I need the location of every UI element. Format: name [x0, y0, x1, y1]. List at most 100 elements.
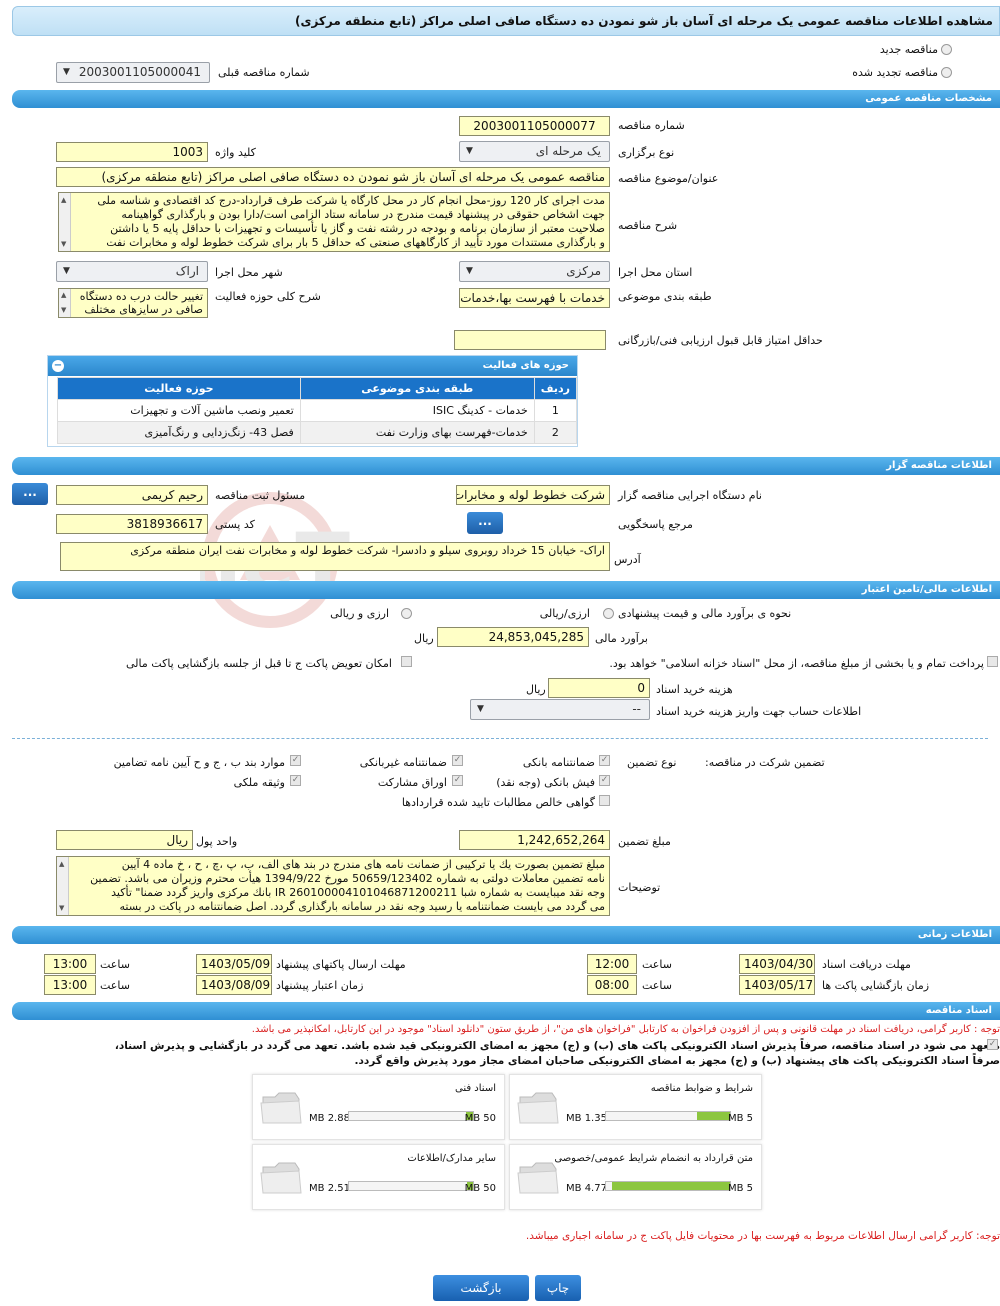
scrollbar[interactable]	[59, 193, 71, 251]
scrollbar[interactable]	[57, 857, 69, 915]
col-header: طبقه بندی موضوعی	[299, 377, 535, 400]
estimate-method-label: نحوه ی برآورد مالی و قیمت پیشنهادی	[618, 607, 792, 620]
category-field[interactable]: خدمات با فهرست بها،خدمات	[459, 288, 610, 308]
rial-radio[interactable]	[603, 608, 614, 619]
estimate-unit: ریال	[414, 632, 434, 645]
opt-label: ضمانتنامه غیربانکی	[359, 756, 447, 769]
renewed-tender-label: مناقصه تجدید شده	[852, 66, 938, 79]
postal-label: کد پستی	[215, 518, 255, 531]
page-title: مشاهده اطلاعات مناقصه عمومی یک مرحله ای …	[12, 6, 1000, 36]
activity-label: شرح کلی حوزه فعالیت	[215, 290, 321, 303]
rial-option-label: ارزی/ریالی	[539, 607, 590, 620]
section-docs: اسناد مناقصه	[12, 1002, 1000, 1020]
currency-label: واحد پول	[196, 835, 238, 848]
open-label: زمان بازگشایی پاکت ها	[822, 979, 930, 992]
validity-date[interactable]: 1403/08/09	[196, 975, 272, 995]
opt-label: گواهی خالص مطالبات تایید شده قراردادها	[401, 796, 595, 809]
responsible-lookup-button[interactable]: ...	[12, 483, 48, 505]
prev-number-select[interactable]: 2003001105000041 ▼	[56, 62, 210, 83]
keyword-label: کلید واژه	[215, 146, 256, 159]
file-card[interactable]: شرایط و ضوابط مناقصه 1.35 MB 5 MB	[509, 1074, 762, 1140]
doc-fee-field[interactable]: 0	[548, 678, 650, 698]
doc-fee-unit: ریال	[526, 683, 546, 696]
hold-type-select[interactable]: یک مرحله ای ▼	[459, 141, 610, 162]
section-timing: اطلاعات زمانی	[12, 926, 1000, 944]
receive-label: مهلت دریافت اسناد	[822, 958, 911, 971]
col-header: ردیف	[533, 377, 578, 400]
city-select[interactable]: اراک ▼	[56, 261, 208, 282]
account-select[interactable]: -- ▼	[470, 699, 650, 720]
price-list-note: توجه: کاربر گرامی ارسال اطلاعات مربوط به…	[525, 1230, 1000, 1242]
print-button[interactable]: چاپ	[535, 1275, 581, 1301]
send-date[interactable]: 1403/05/09	[196, 954, 272, 974]
cash-checkbox[interactable]: ✓	[599, 775, 610, 786]
keyword-field[interactable]: 1003	[56, 142, 208, 162]
time-label: ساعت	[642, 958, 672, 971]
opt-label: موارد بند ب ، ج و ح آیین نامه تضامین	[113, 756, 285, 769]
send-label: مهلت ارسال پاکتهای پیشنهاد	[276, 958, 406, 971]
subject-field[interactable]: مناقصه عمومی یک مرحله ای آسان باز شو نمو…	[56, 167, 610, 187]
address-field[interactable]: اراک- خیابان 15 خرداد روبروی سیلو و دادس…	[60, 542, 610, 571]
responsible-field[interactable]: رحیم کریمی	[56, 485, 208, 505]
activities-table: ردیف طبقه بندی موضوعی حوزه فعالیت 1 خدما…	[57, 377, 578, 444]
currency-field[interactable]: ریال	[56, 830, 193, 850]
scrollbar[interactable]	[59, 289, 71, 317]
activity-textarea[interactable]: تغییر حالت درب ده دستگاهصافی در سایزهای …	[58, 288, 208, 318]
receive-time[interactable]: 12:00	[587, 954, 637, 974]
category-label: طبقه بندی موضوعی	[618, 290, 712, 303]
swap-checkbox[interactable]	[401, 656, 412, 667]
ref-lookup-button[interactable]: ...	[467, 512, 503, 534]
org-field[interactable]: شرکت خطوط لوله و مخابرات نفت ایران	[456, 485, 610, 505]
activities-header: حوزه های فعالیت −	[48, 356, 577, 376]
chevron-down-icon: ▼	[466, 146, 473, 156]
swap-text: امکان تعویض پاکت ج تا قبل از جلسه بازگشا…	[126, 657, 392, 670]
open-time[interactable]: 08:00	[587, 975, 637, 995]
time-label: ساعت	[100, 979, 130, 992]
estimate-field[interactable]: 24,853,045,285	[437, 627, 589, 647]
new-tender-radio[interactable]	[941, 44, 952, 55]
opt-label: وثیقه ملکی	[233, 776, 285, 789]
renewed-tender-radio[interactable]	[941, 67, 952, 78]
file-card[interactable]: متن قرارداد به انضمام شرایط عمومی/خصوصی …	[509, 1144, 762, 1210]
number-field[interactable]: 2003001105000077	[459, 116, 610, 136]
chevron-down-icon: ▼	[466, 266, 473, 276]
docs-note: توجه : کاربر گرامی، دریافت اسناد در مهلت…	[251, 1024, 1000, 1035]
desc-textarea[interactable]: مدت اجرای کار 120 روز-محل انجام کار در م…	[58, 192, 610, 252]
commitment-checkbox[interactable]: ✓	[987, 1039, 998, 1050]
clauses-checkbox[interactable]: ✓	[290, 755, 301, 766]
hold-type-label: نوع برگزاری	[618, 146, 675, 159]
section-finance: اطلاعات مالی/تامین اعتبار	[12, 581, 1000, 599]
property-checkbox[interactable]: ✓	[290, 775, 301, 786]
chevron-down-icon: ▼	[63, 266, 70, 276]
validity-time[interactable]: 13:00	[44, 975, 96, 995]
both-radio[interactable]	[401, 608, 412, 619]
claims-checkbox[interactable]	[599, 795, 610, 806]
bonds-checkbox[interactable]: ✓	[452, 775, 463, 786]
min-score-field[interactable]	[454, 330, 606, 350]
section-general: مشخصات مناقصه عمومی	[12, 90, 1000, 108]
participation-label: تضمین شرکت در مناقصه:	[705, 756, 825, 769]
collapse-icon[interactable]: −	[52, 360, 64, 372]
open-date[interactable]: 1403/05/17	[739, 975, 815, 995]
chevron-down-icon: ▼	[63, 67, 70, 77]
file-card[interactable]: سایر مدارک/اطلاعات 2.51 MB 50 MB	[252, 1144, 505, 1210]
account-label: اطلاعات حساب جهت واریز هزینه خرید اسناد	[656, 705, 862, 718]
postal-field[interactable]: 3818936617	[56, 514, 208, 534]
back-button[interactable]: بازگشت	[433, 1275, 529, 1301]
estimate-label: برآورد مالی	[595, 632, 648, 645]
new-tender-label: مناقصه جدید	[879, 43, 938, 56]
treasury-checkbox[interactable]	[987, 656, 998, 667]
commitment-line: متعهد می شود در اسناد مناقصه، صرفاً پذیر…	[114, 1040, 1000, 1052]
province-select[interactable]: مرکزی ▼	[459, 261, 610, 282]
progress-bar	[348, 1111, 474, 1121]
commitment-line: صرفاً اسناد الکترونیکی پاکت های پیشنهاد …	[354, 1055, 1000, 1067]
file-card[interactable]: اسناد فنی 2.88 MB 50 MB	[252, 1074, 505, 1140]
bank-guarantee-checkbox[interactable]: ✓	[599, 755, 610, 766]
amount-field[interactable]: 1,242,652,264	[459, 830, 610, 850]
progress-fill	[696, 1112, 730, 1120]
receive-date[interactable]: 1403/04/30	[739, 954, 815, 974]
send-time[interactable]: 13:00	[44, 954, 96, 974]
responsible-label: مسئول ثبت مناقصه	[215, 489, 306, 502]
notes-textarea[interactable]: مبلغ تضمین بصورت یك یا تركیبی از ضمانت ن…	[56, 856, 610, 916]
nonbank-guarantee-checkbox[interactable]: ✓	[452, 755, 463, 766]
